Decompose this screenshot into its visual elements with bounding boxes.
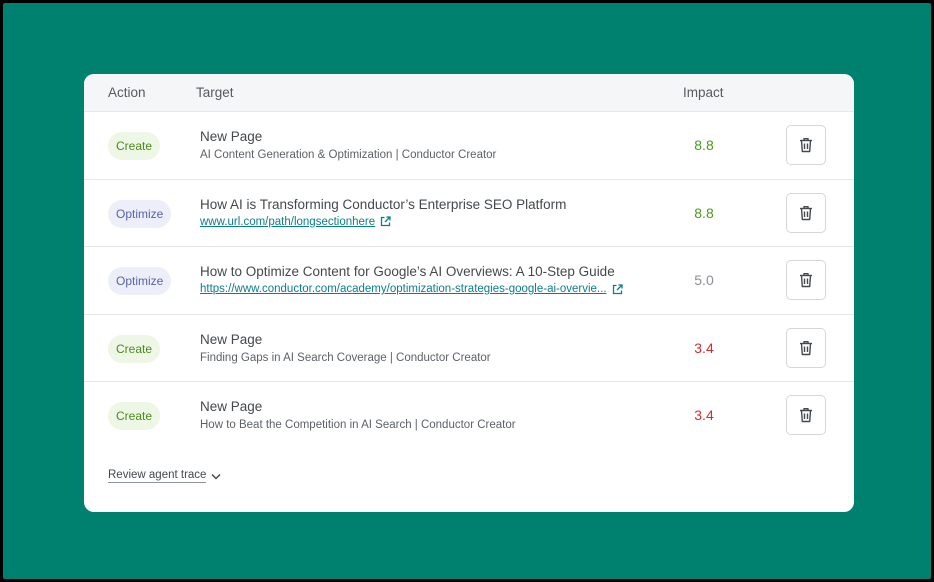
action-badge-optimize: Optimize (108, 267, 172, 295)
target-title: New Page (200, 129, 263, 144)
action-badge-optimize: Optimize (108, 199, 172, 228)
table-row: Optimize How to Optimize Content for Goo… (84, 247, 854, 315)
impact-score: 8.8 (694, 137, 714, 153)
action-badge-create: Create (108, 402, 161, 430)
target-title: How AI is Transforming Conductor’s Enter… (200, 196, 567, 212)
table-row: Create New Page Finding Gaps in AI Searc… (84, 315, 854, 382)
target-title: New Page (200, 331, 263, 347)
review-agent-trace-toggle[interactable]: Review agent trace (108, 469, 221, 483)
target-title: New Page (200, 399, 263, 414)
chevron-down-icon[interactable] (211, 473, 221, 480)
external-link-icon[interactable] (612, 283, 623, 295)
action-badge-create: Create (108, 132, 161, 160)
table-header: Action Target Impact (84, 74, 854, 112)
impact-score: 5.0 (694, 272, 714, 288)
trash-icon (800, 138, 812, 153)
external-link-icon[interactable] (380, 216, 391, 227)
column-header-impact: Impact (683, 85, 724, 100)
trash-icon (800, 205, 812, 220)
delete-button[interactable] (786, 260, 826, 300)
delete-button[interactable] (786, 395, 826, 435)
trash-icon (800, 340, 812, 355)
table-row: Create New Page How to Beat the Competit… (84, 382, 854, 450)
delete-button[interactable] (786, 192, 826, 233)
column-header-target: Target (196, 85, 234, 100)
review-agent-trace-label[interactable]: Review agent trace (108, 469, 207, 483)
target-subtitle: Finding Gaps in AI Search Coverage | Con… (200, 351, 491, 364)
delete-button[interactable] (786, 327, 826, 368)
target-link[interactable]: www.url.com/path/longsectionhere (200, 216, 391, 228)
impact-score: 3.4 (694, 339, 714, 356)
action-badge-create: Create (108, 334, 161, 363)
actions-table-card: Action Target Impact Create New Page AI … (84, 74, 854, 512)
app-background: Action Target Impact Create New Page AI … (3, 3, 931, 579)
table-row: Optimize How AI is Transforming Conducto… (84, 180, 854, 247)
impact-score: 8.8 (694, 204, 714, 221)
table-row: Create New Page AI Content Generation & … (84, 112, 854, 180)
delete-button[interactable] (786, 125, 826, 165)
target-url[interactable]: www.url.com/path/longsectionhere (200, 216, 375, 228)
target-link[interactable]: https://www.conductor.com/academy/optimi… (200, 283, 623, 295)
column-header-action: Action (108, 85, 146, 100)
trash-icon (800, 408, 812, 423)
target-subtitle: How to Beat the Competition in AI Search… (200, 419, 516, 431)
trash-icon (800, 273, 812, 288)
impact-score: 3.4 (694, 407, 714, 423)
target-title: How to Optimize Content for Google’s AI … (200, 264, 615, 279)
target-subtitle: AI Content Generation & Optimization | C… (200, 149, 497, 161)
target-url[interactable]: https://www.conductor.com/academy/optimi… (200, 283, 607, 295)
